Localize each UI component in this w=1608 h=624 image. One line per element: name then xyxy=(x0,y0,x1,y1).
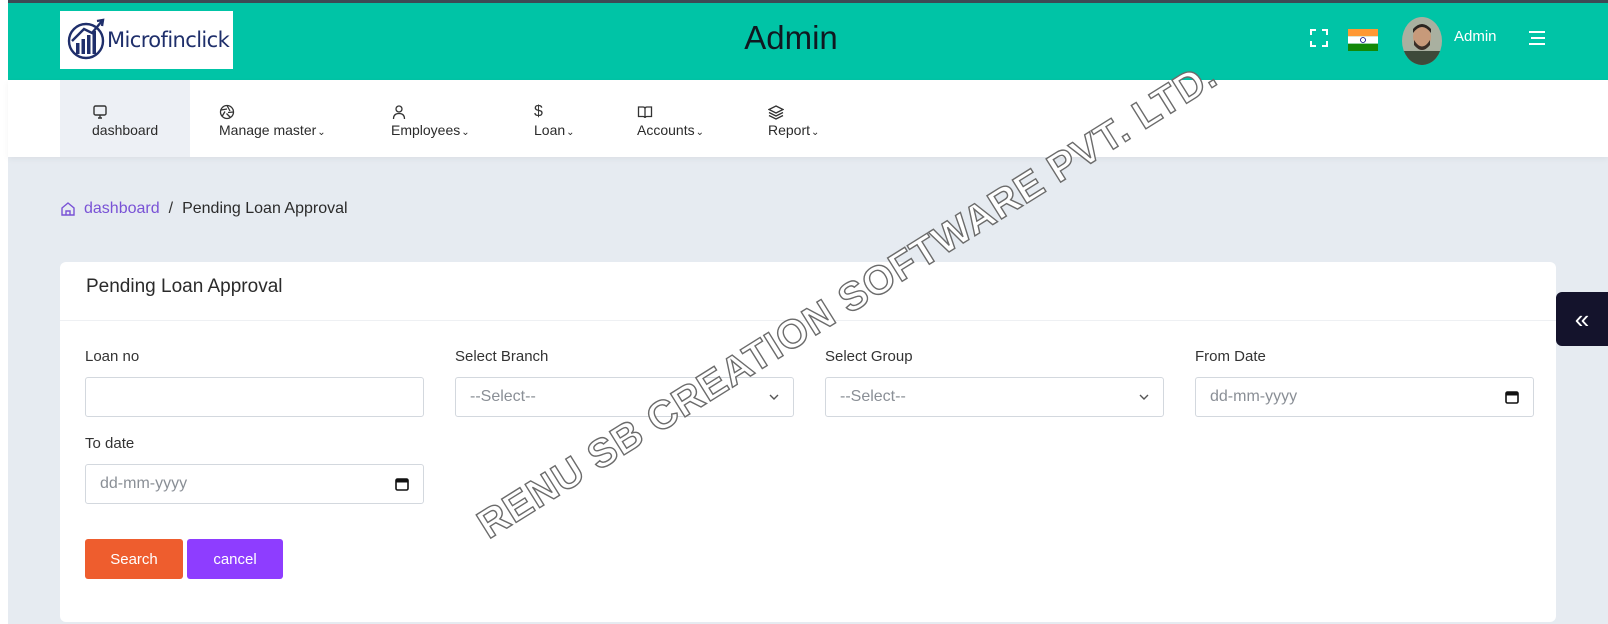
nav-item-dashboard[interactable]: dashboard xyxy=(60,80,191,157)
chevron-down-icon: ⌄ xyxy=(695,126,704,138)
nav-item-label: dashboard xyxy=(92,121,159,138)
chevron-down-icon xyxy=(1139,394,1149,400)
cancel-button[interactable]: cancel xyxy=(187,539,283,579)
user-icon xyxy=(391,100,470,120)
loan-no-input[interactable] xyxy=(85,377,424,417)
nav-item-label: Loan xyxy=(534,121,566,138)
card-divider xyxy=(60,320,1556,321)
side-panel-toggle-button[interactable]: « xyxy=(1556,292,1608,346)
branch-select[interactable]: --Select-- xyxy=(455,377,794,417)
chevron-down-icon xyxy=(769,394,779,400)
nav-item-manage-master[interactable]: Manage master⌄ xyxy=(219,80,326,157)
top-header: Microfinclick Admin Admin xyxy=(8,3,1608,80)
card-title: Pending Loan Approval xyxy=(86,276,283,297)
nav-item-label: Employees xyxy=(391,121,461,138)
nav-item-label: Report xyxy=(768,121,811,138)
aperture-icon xyxy=(219,100,326,120)
menu-lines-icon[interactable] xyxy=(1526,27,1548,49)
india-flag-icon[interactable] xyxy=(1348,29,1378,51)
search-button[interactable]: Search xyxy=(85,539,183,579)
nav-item-employees[interactable]: Employees⌄ xyxy=(391,80,470,157)
chevron-down-icon: ⌄ xyxy=(811,126,820,138)
home-icon xyxy=(61,202,75,216)
breadcrumb-home-label: dashboard xyxy=(84,200,160,217)
from-date-label: From Date xyxy=(1195,348,1266,365)
to-date-input[interactable]: dd-mm-yyyy xyxy=(85,464,424,504)
nav-item-report[interactable]: Report⌄ xyxy=(768,80,819,157)
nav-item-loan[interactable]: $ Loan⌄ xyxy=(534,80,575,157)
nav-item-accounts[interactable]: Accounts⌄ xyxy=(637,80,704,157)
chevron-down-icon: ⌄ xyxy=(317,126,326,138)
group-select[interactable]: --Select-- xyxy=(825,377,1164,417)
breadcrumb-home-link[interactable]: dashboard xyxy=(60,200,160,218)
admin-user-name[interactable]: Admin xyxy=(1454,28,1497,45)
breadcrumb: dashboard / Pending Loan Approval xyxy=(60,200,348,218)
from-date-placeholder: dd-mm-yyyy xyxy=(1210,388,1298,405)
dollar-icon: $ xyxy=(534,102,543,120)
left-edge-strip xyxy=(0,0,8,624)
nav-item-label: Manage master xyxy=(219,121,317,138)
chevron-down-icon: ⌄ xyxy=(461,126,470,138)
layers-icon xyxy=(768,100,819,120)
double-chevron-left-icon: « xyxy=(1574,303,1590,334)
avatar[interactable] xyxy=(1402,17,1442,65)
chevron-down-icon: ⌄ xyxy=(566,126,575,138)
group-selected-value: --Select-- xyxy=(840,388,906,405)
group-label: Select Group xyxy=(825,348,913,365)
to-date-placeholder: dd-mm-yyyy xyxy=(100,475,188,492)
page-title: Admin xyxy=(744,19,838,56)
breadcrumb-current: Pending Loan Approval xyxy=(182,200,348,217)
main-nav: dashboard Manage master⌄ Employees⌄ $ Lo… xyxy=(8,80,1608,157)
branch-selected-value: --Select-- xyxy=(470,388,536,405)
monitor-icon xyxy=(92,100,158,120)
calendar-icon[interactable] xyxy=(395,477,409,491)
calendar-icon[interactable] xyxy=(1505,390,1519,404)
breadcrumb-separator: / xyxy=(168,200,174,217)
book-icon xyxy=(637,100,704,120)
pending-loan-approval-card: Pending Loan Approval xyxy=(60,262,1556,622)
to-date-label: To date xyxy=(85,435,135,452)
fullscreen-icon[interactable] xyxy=(1308,27,1330,49)
loan-no-label: Loan no xyxy=(85,348,140,365)
branch-label: Select Branch xyxy=(455,348,549,365)
from-date-input[interactable]: dd-mm-yyyy xyxy=(1195,377,1534,417)
nav-item-label: Accounts xyxy=(637,121,695,138)
